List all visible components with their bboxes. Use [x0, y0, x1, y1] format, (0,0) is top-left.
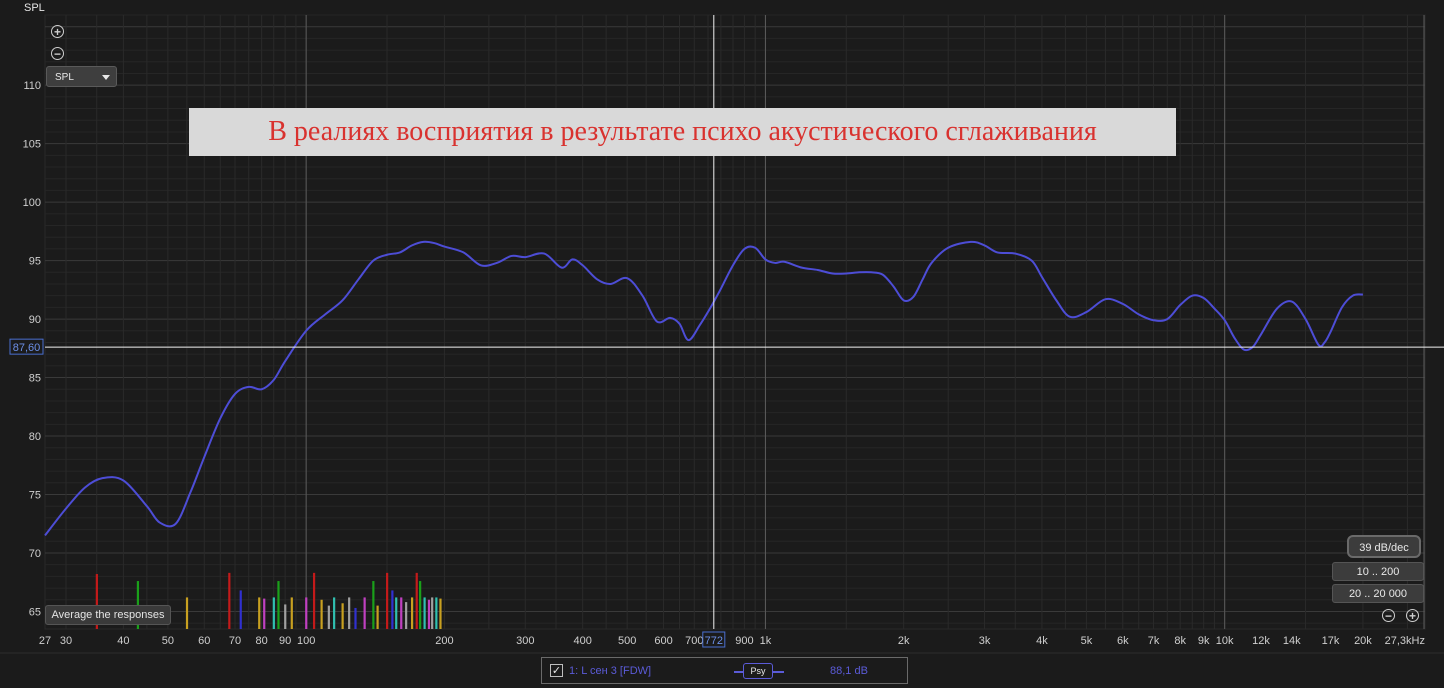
x-tick-label: 200	[435, 635, 453, 647]
x-zoom-in-icon[interactable]: +	[1406, 609, 1419, 622]
x-tick-label: 60	[198, 635, 210, 647]
impulse-bar	[391, 590, 394, 629]
x-tick-label: 6k	[1117, 635, 1129, 647]
y-tick-label: 75	[29, 490, 41, 502]
series-checkbox[interactable]: ✓	[550, 664, 563, 677]
x-tick-label: 90	[279, 635, 291, 647]
impulse-bar	[305, 597, 308, 629]
impulse-bar	[239, 590, 242, 629]
impulse-bar	[354, 607, 357, 629]
x-tick-label: 27,3kHz	[1385, 635, 1425, 647]
x-tick-label: 100	[297, 635, 315, 647]
impulse-bar	[405, 602, 408, 629]
x-tick-label: 14k	[1283, 635, 1301, 647]
x-tick-label: 3k	[979, 635, 991, 647]
impulse-bar	[376, 605, 379, 629]
cursor-x-value: 772	[705, 635, 723, 647]
impulse-bar	[320, 599, 323, 629]
legend-entry[interactable]: ✓ 1: L сен 3 [FDW] Psy 88,1 dB	[541, 657, 908, 684]
x-tick-label: 300	[516, 635, 534, 647]
impulse-bar	[277, 581, 280, 629]
impulse-bar	[263, 598, 266, 629]
x-tick-label: 40	[117, 635, 129, 647]
cursor-value: 88,1 dB	[830, 665, 868, 677]
x-tick-label: 8k	[1174, 635, 1186, 647]
slope-button[interactable]: 39 dB/dec	[1347, 535, 1421, 558]
impulse-bar	[427, 599, 431, 629]
spl-chart[interactable]: 65 70 75 80 85 90 95 100 105 110 27 30 40 50 60 70 80 90 1…	[0, 0, 1444, 688]
x-tick-label: 30	[60, 635, 72, 647]
x-tick-label: 10k	[1216, 635, 1234, 647]
x-tick-label: 500	[618, 635, 636, 647]
x-tick-label: 20k	[1354, 635, 1372, 647]
series-name: 1: L сен 3 [FDW]	[569, 665, 652, 677]
impulse-bar	[327, 605, 330, 629]
y-tick-label: 105	[23, 139, 41, 151]
annotation-banner: В реалиях восприятия в результате психо …	[189, 108, 1176, 156]
x-tick-label: 600	[654, 635, 672, 647]
select-value: SPL	[55, 72, 74, 83]
x-tick-label: 17k	[1322, 635, 1340, 647]
range-20-20000-button[interactable]: 20 .. 20 000	[1332, 584, 1424, 603]
x-tick-label: 12k	[1252, 635, 1270, 647]
x-tick-label: 70	[229, 635, 241, 647]
x-tick-label: 9k	[1198, 635, 1210, 647]
x-tick-label: 27	[39, 635, 51, 647]
impulse-bar	[284, 604, 287, 629]
cursor-y-value: 87,60	[13, 342, 41, 354]
x-tick-label: 80	[256, 635, 268, 647]
impulse-bar	[228, 572, 231, 629]
impulse-bar	[439, 598, 442, 629]
x-tick-label: 7k	[1148, 635, 1160, 647]
impulse-bar	[395, 597, 398, 629]
measurement-type-select[interactable]: SPL	[46, 66, 117, 87]
x-tick-label: 2k	[898, 635, 910, 647]
impulse-bar	[415, 572, 418, 629]
impulse-bar	[431, 597, 434, 629]
impulse-bar	[333, 597, 336, 629]
impulse-bar	[258, 597, 261, 629]
impulse-bar	[386, 572, 389, 629]
y-tick-label: 80	[29, 431, 41, 443]
impulse-bar	[410, 597, 414, 629]
y-tick-label: 90	[29, 314, 41, 326]
x-zoom-out-icon[interactable]: −	[1382, 609, 1395, 622]
chevron-down-icon	[102, 75, 110, 80]
impulse-bar	[272, 597, 275, 629]
impulse-bar	[372, 581, 375, 629]
zoom-out-icon[interactable]: −	[51, 47, 64, 60]
y-tick-label: 65	[29, 606, 41, 618]
average-responses-button[interactable]: Average the responses	[45, 605, 171, 625]
y-axis-title: SPL	[24, 2, 45, 14]
impulse-bar	[419, 581, 422, 629]
impulse-bar	[423, 597, 426, 629]
range-10-200-button[interactable]: 10 .. 200	[1332, 562, 1424, 581]
impulse-bar	[363, 597, 366, 629]
impulse-bar	[341, 603, 344, 629]
x-tick-label: 900	[735, 635, 753, 647]
x-tick-label: 4k	[1036, 635, 1048, 647]
x-tick-label: 400	[573, 635, 591, 647]
impulse-bar	[290, 597, 293, 629]
impulse-bar	[312, 572, 316, 629]
y-tick-label: 70	[29, 548, 41, 560]
y-tick-label: 95	[29, 256, 41, 268]
impulse-bar	[185, 597, 189, 629]
y-tick-label: 85	[29, 373, 41, 385]
y-tick-label: 100	[23, 197, 41, 209]
x-tick-label: 5k	[1081, 635, 1093, 647]
x-tick-label: 700	[685, 635, 703, 647]
impulse-bar	[348, 597, 351, 629]
y-tick-label: 110	[23, 80, 41, 92]
x-tick-label: 50	[162, 635, 174, 647]
smoothing-badge[interactable]: Psy	[743, 663, 773, 679]
zoom-in-icon[interactable]: +	[51, 25, 64, 38]
impulse-bar	[435, 597, 438, 629]
x-tick-label: 1k	[760, 635, 772, 647]
impulse-bar	[400, 597, 403, 629]
